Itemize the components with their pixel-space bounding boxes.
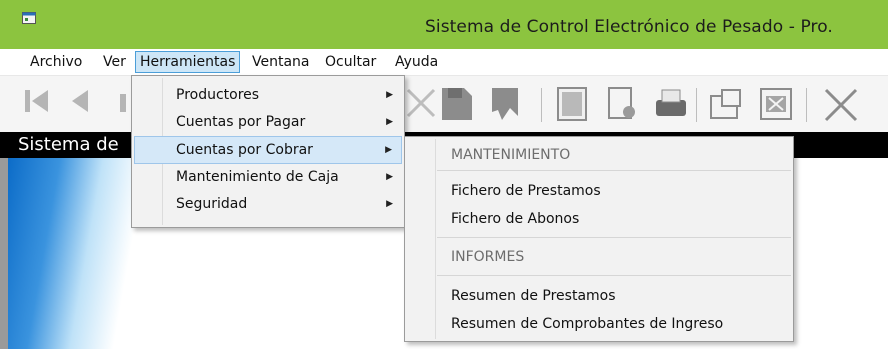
menu-separator	[437, 237, 791, 238]
menu-item-cuentas-por-cobrar[interactable]: Cuentas por Cobrar ▶	[134, 136, 402, 164]
menu-item-label: Cuentas por Pagar	[176, 114, 306, 130]
menu-item-fichero-de-abonos[interactable]: Fichero de Abonos	[451, 211, 579, 227]
menu-separator	[437, 275, 791, 276]
submenu-arrow-icon: ▶	[386, 172, 393, 182]
submenu-arrow-icon: ▶	[386, 90, 393, 100]
section-header-informes: INFORMES	[451, 249, 525, 265]
menu-bar: Archivo Ver Herramientas Ventana Ocultar…	[0, 49, 888, 76]
section-header-mantenimiento: MANTENIMIENTO	[451, 147, 571, 163]
menu-item-fichero-de-prestamos[interactable]: Fichero de Prestamos	[451, 183, 601, 199]
menu-item-seguridad[interactable]: Seguridad ▶	[134, 191, 402, 217]
toolbar-separator	[806, 88, 807, 122]
menu-item-label: Mantenimiento de Caja	[176, 169, 339, 185]
previous-record-icon[interactable]	[66, 86, 96, 116]
toolbar-separator	[696, 88, 697, 122]
menu-item-mantenimiento-de-caja[interactable]: Mantenimiento de Caja ▶	[134, 164, 402, 190]
menu-ver[interactable]: Ver	[99, 52, 130, 72]
submenu-arrow-icon: ▶	[386, 117, 393, 127]
undo-icon[interactable]	[488, 86, 524, 122]
menu-ventana[interactable]: Ventana	[248, 52, 314, 72]
menu-archivo[interactable]: Archivo	[26, 52, 86, 72]
menu-item-resumen-de-prestamos[interactable]: Resumen de Prestamos	[451, 288, 616, 304]
menu-gutter	[435, 139, 436, 339]
cuentas-por-cobrar-submenu: MANTENIMIENTO Fichero de Prestamos Fiche…	[404, 136, 794, 342]
submenu-arrow-icon: ▶	[386, 199, 393, 209]
export-icon[interactable]	[708, 86, 744, 122]
menu-ayuda[interactable]: Ayuda	[391, 52, 442, 72]
menu-herramientas[interactable]: Herramientas	[135, 51, 241, 73]
title-bar: Sistema de Control Electrónico de Pesado…	[0, 0, 888, 49]
submenu-arrow-icon: ▶	[385, 145, 392, 155]
menu-item-cuentas-por-pagar[interactable]: Cuentas por Pagar ▶	[134, 109, 402, 135]
menu-separator	[437, 170, 791, 171]
herramientas-menu: Productores ▶ Cuentas por Pagar ▶ Cuenta…	[131, 75, 405, 228]
menu-item-label: Productores	[176, 87, 260, 103]
print-icon[interactable]	[652, 86, 690, 122]
toolbar-separator	[541, 88, 542, 122]
app-icon[interactable]	[22, 12, 36, 24]
cancel-icon[interactable]	[404, 86, 438, 120]
close-icon[interactable]	[822, 86, 860, 124]
menu-item-label: Seguridad	[176, 196, 248, 212]
menu-item-resumen-de-comprobantes-de-ingreso[interactable]: Resumen de Comprobantes de Ingreso	[451, 316, 723, 332]
menu-ocultar[interactable]: Ocultar	[321, 52, 380, 72]
background-image	[8, 158, 148, 349]
first-record-icon[interactable]	[22, 86, 52, 116]
menu-item-label: Cuentas por Cobrar	[176, 142, 313, 158]
preview-icon[interactable]	[606, 86, 640, 122]
left-border	[0, 158, 8, 349]
save-icon[interactable]	[438, 86, 474, 122]
find-icon[interactable]	[556, 86, 590, 122]
status-strip-text: Sistema de	[18, 134, 119, 155]
excel-icon[interactable]	[758, 86, 794, 122]
menu-item-productores[interactable]: Productores ▶	[134, 82, 402, 108]
window-title: Sistema de Control Electrónico de Pesado…	[425, 17, 833, 37]
